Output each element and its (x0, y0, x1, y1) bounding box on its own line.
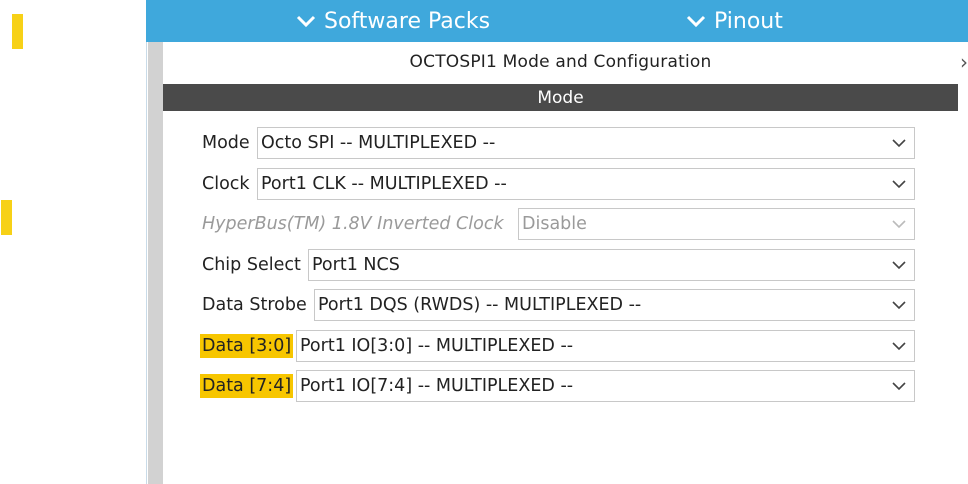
chip-select-select[interactable]: Port1 NCS (308, 249, 915, 281)
chevron-down-icon (892, 342, 906, 351)
tab-label: Pinout (714, 8, 783, 34)
section-header-mode: Mode (163, 84, 958, 111)
tab-label: Software Packs (324, 8, 491, 34)
highlight-marker (12, 14, 23, 49)
data-strobe-row: Data Strobe (200, 289, 309, 321)
panel-divider (146, 42, 147, 484)
hyperbus-row: HyperBus(TM) 1.8V Inverted Clock (200, 208, 506, 240)
data-7-4-value: Port1 IO[7:4] -- MULTIPLEXED -- (300, 376, 574, 396)
chevron-down-icon (892, 220, 906, 229)
config-title: OCTOSPI1 Mode and Configuration (409, 52, 712, 72)
chevron-down-icon (892, 382, 906, 391)
clock-select[interactable]: Port1 CLK -- MULTIPLEXED -- (257, 168, 915, 200)
hyperbus-label: HyperBus(TM) 1.8V Inverted Clock (202, 214, 504, 234)
chevron-down-icon (892, 139, 906, 148)
chevron-down-icon (892, 301, 906, 310)
section-title: Mode (537, 87, 584, 108)
data-3-0-value: Port1 IO[3:0] -- MULTIPLEXED -- (300, 336, 574, 356)
scroll-gutter (148, 42, 163, 484)
left-panel (0, 0, 146, 484)
data-7-4-select[interactable]: Port1 IO[7:4] -- MULTIPLEXED -- (296, 370, 915, 402)
chip-select-value: Port1 NCS (312, 255, 400, 275)
tab-software-packs[interactable]: Software Packs (296, 0, 490, 42)
chevron-down-icon (892, 261, 906, 270)
mode-label: Mode (202, 133, 250, 153)
data-7-4-row: Data [7:4] (200, 370, 294, 402)
chip-select-row: Chip Select (200, 249, 303, 281)
data-strobe-select[interactable]: Port1 DQS (RWDS) -- MULTIPLEXED -- (314, 289, 915, 321)
clock-row: Clock (200, 168, 252, 200)
data-3-0-select[interactable]: Port1 IO[3:0] -- MULTIPLEXED -- (296, 330, 915, 362)
data-7-4-label: Data [7:4] (200, 374, 294, 398)
mode-select[interactable]: Octo SPI -- MULTIPLEXED -- (257, 127, 915, 159)
highlight-marker (1, 200, 12, 235)
chevron-down-icon (892, 180, 906, 189)
chevron-down-icon (686, 15, 706, 28)
chevron-down-icon (296, 15, 316, 28)
mode-row: Mode (200, 127, 252, 159)
tab-pinout[interactable]: Pinout (686, 0, 783, 42)
clock-label: Clock (202, 174, 250, 194)
data-strobe-value: Port1 DQS (RWDS) -- MULTIPLEXED -- (318, 295, 642, 315)
collapse-handle-icon[interactable]: › (960, 52, 968, 72)
right-edge (958, 42, 968, 484)
clock-value: Port1 CLK -- MULTIPLEXED -- (261, 174, 507, 194)
data-3-0-row: Data [3:0] (200, 330, 294, 362)
top-bar: Software Packs Pinout (146, 0, 968, 42)
hyperbus-value: Disable (522, 214, 587, 234)
mode-value: Octo SPI -- MULTIPLEXED -- (261, 133, 496, 153)
hyperbus-select: Disable (518, 208, 915, 240)
data-strobe-label: Data Strobe (202, 295, 307, 315)
chip-select-label: Chip Select (202, 255, 301, 275)
data-3-0-label: Data [3:0] (200, 334, 294, 358)
